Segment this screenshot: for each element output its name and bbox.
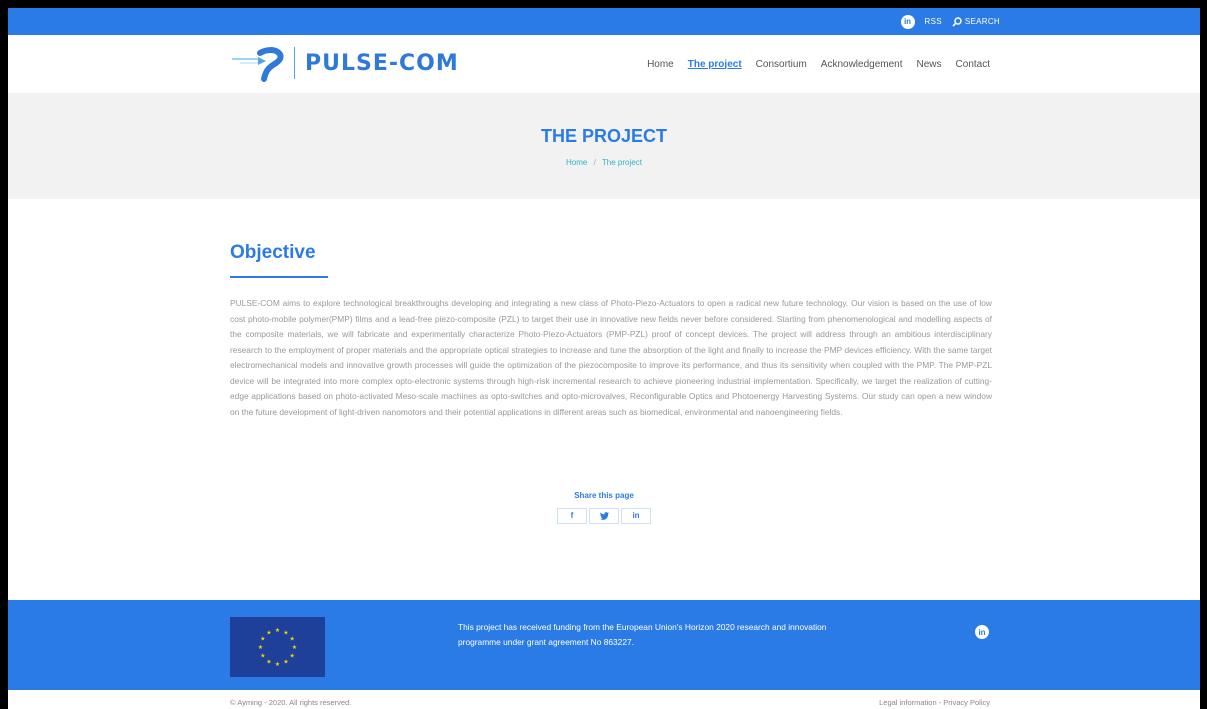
bottom-bar: © Ayming - 2020. All rights reserved. Le…	[8, 690, 1200, 709]
section-heading: Objective	[230, 242, 316, 263]
twitter-icon	[599, 511, 609, 520]
nav-consortium[interactable]: Consortium	[756, 59, 807, 70]
share-twitter-button[interactable]	[589, 507, 619, 524]
share-facebook-button[interactable]: f	[557, 507, 587, 524]
pulse-com-logo-icon	[232, 47, 284, 82]
eu-star-icon: ★	[283, 659, 288, 666]
eu-star-icon: ★	[258, 644, 263, 651]
nav-contact[interactable]: Contact	[956, 59, 990, 70]
breadcrumb: Home / The project	[8, 158, 1200, 167]
page-hero: THE PROJECT Home / The project	[8, 93, 1200, 199]
eu-star-icon: ★	[260, 653, 265, 660]
eu-star-icon: ★	[290, 653, 295, 660]
eu-star-icon: ★	[292, 644, 297, 651]
eu-flag-icon: ★ ★★★★★★★★★★★	[230, 617, 325, 677]
top-bar-items: in RSS SEARCH	[900, 8, 1001, 35]
heading-underline	[230, 276, 328, 278]
legal-links[interactable]: Legal information - Privacy Policy	[879, 698, 990, 707]
copyright: © Ayming - 2020. All rights reserved.	[230, 698, 352, 707]
share-linkedin-button[interactable]: in	[621, 507, 651, 524]
page-frame: in RSS SEARCH PULSE-COM Home The project…	[8, 8, 1200, 709]
brand-name: PULSE-COM	[305, 50, 459, 76]
main-nav: Home The project Consortium Acknowledgem…	[633, 35, 990, 93]
site-logo[interactable]: PULSE-COM	[230, 43, 459, 83]
funding-notice: This project has received funding from t…	[458, 622, 827, 647]
logo-separator	[294, 47, 295, 79]
top-bar: in RSS SEARCH	[8, 8, 1200, 35]
eu-star-icon: ★	[266, 659, 271, 666]
breadcrumb-current: The project	[601, 158, 642, 167]
page-title: THE PROJECT	[540, 126, 668, 146]
eu-star-icon: ★	[283, 629, 288, 636]
breadcrumb-home[interactable]: Home	[566, 158, 587, 167]
eu-star-icon: ★	[266, 629, 271, 636]
site-header: PULSE-COM Home The project Consortium Ac…	[8, 35, 1200, 93]
eu-star-icon: ★	[290, 636, 295, 643]
eu-star-icon: ★	[275, 627, 280, 634]
objective-text: PULSE-COM aims to explore technological …	[230, 298, 992, 417]
facebook-icon: f	[570, 511, 574, 520]
share-buttons: f in	[556, 507, 652, 524]
search-link[interactable]: SEARCH	[952, 16, 1000, 27]
rss-link[interactable]: RSS	[925, 17, 942, 26]
site-footer: ★ ★ ★ ★ ★ ★ ★ ★ ★ ★ ★ ★ This project has received f…	[8, 600, 1200, 690]
search-label: SEARCH	[964, 17, 1000, 26]
nav-news[interactable]: News	[917, 59, 942, 70]
eu-star-icon: ★	[275, 661, 280, 668]
nav-home[interactable]: Home	[647, 59, 674, 70]
breadcrumb-separator: /	[593, 158, 596, 167]
nav-acknowledgement[interactable]: Acknowledgement	[821, 59, 903, 70]
share-section: Share this page f in	[8, 491, 1200, 524]
linkedin-share-icon: in	[632, 511, 640, 520]
eu-star-icon: ★	[260, 636, 265, 643]
linkedin-icon[interactable]: in	[900, 14, 915, 29]
share-title: Share this page	[574, 491, 634, 500]
nav-the-project[interactable]: The project	[688, 59, 742, 70]
search-icon	[952, 16, 962, 27]
footer-linkedin-icon[interactable]: in	[975, 625, 989, 639]
